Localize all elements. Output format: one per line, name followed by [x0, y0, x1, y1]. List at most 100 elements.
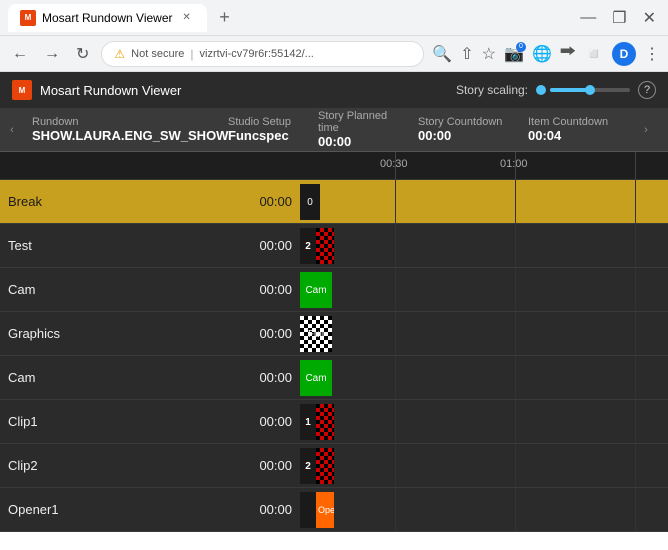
timeline-grid-line [515, 488, 516, 531]
timeline-block: 0 [300, 184, 324, 220]
refresh-button[interactable]: ↻ [72, 42, 93, 66]
grid-line-1 [395, 152, 396, 179]
row-name: Clip1 [8, 414, 239, 429]
rundown-label: Rundown [32, 116, 216, 128]
table-row[interactable]: Cam00:00Cam [0, 356, 668, 400]
nav-left-button[interactable]: ‹ [0, 124, 24, 136]
row-name: Graphics [8, 326, 239, 341]
help-button[interactable]: ? [638, 81, 656, 99]
extension-badge-icon[interactable]: 📷 0 [504, 44, 524, 64]
row-left: Test 00:00 [0, 224, 300, 267]
tab-close-button[interactable]: ✕ [179, 10, 195, 26]
countdown-value: 00:00 [418, 128, 520, 143]
timeline-tick-030: 00:30 [380, 158, 408, 170]
row-left: Graphics 00:00 [0, 312, 300, 355]
table-header: ‹ Rundown SHOW.LAURA.ENG_SW_SHOW Studio … [0, 108, 668, 152]
app-header-left: M Mosart Rundown Viewer [12, 80, 181, 100]
main-content: Break00:000Test00:002Cam00:00CamGraphics… [0, 180, 668, 532]
search-icon[interactable]: 🔍 [432, 44, 452, 64]
browser-titlebar: M Mosart Rundown Viewer ✕ + — ❐ ✕ [0, 0, 668, 36]
timeline-grid-line [635, 312, 636, 355]
active-tab[interactable]: M Mosart Rundown Viewer ✕ [8, 4, 207, 32]
timeline-block: Oper [300, 492, 334, 528]
studio-label: Studio Setup [228, 116, 310, 128]
row-timeline: 2 [300, 444, 668, 487]
minimize-button[interactable]: — [576, 9, 600, 27]
maximize-button[interactable]: ❐ [608, 8, 630, 28]
timeline-grid-line [395, 180, 396, 223]
timeline-grid-line [635, 488, 636, 531]
planned-label: Story Planned time [318, 110, 410, 134]
table-row[interactable]: Opener1 00:00 Oper [0, 488, 668, 532]
timeline-grid-line [395, 488, 396, 531]
row-name: Cam [8, 370, 239, 385]
item-column-header: Item Countdown 00:04 [524, 116, 634, 143]
back-button[interactable]: ← [8, 43, 32, 65]
address-bar: ← → ↻ ⚠ Not secure | vizrtvi-cv79r6r:551… [0, 36, 668, 72]
timeline-grid-line [395, 400, 396, 443]
table-row[interactable]: Clip200:002 [0, 444, 668, 488]
table-row[interactable]: Clip100:001 [0, 400, 668, 444]
timeline-block: Cam [300, 272, 332, 308]
forward-button[interactable]: → [40, 43, 64, 65]
timeline-grid-line [395, 444, 396, 487]
timeline-tick-100: 01:00 [500, 158, 528, 170]
timeline-ticks-area: 00:30 01:00 [300, 152, 668, 179]
scaling-slider-thumb [585, 85, 595, 95]
scaling-slider-dot [536, 85, 546, 95]
app-title: Mosart Rundown Viewer [40, 83, 181, 98]
bookmark-icon[interactable]: ☆ [482, 44, 496, 64]
timeline-grid-line [395, 224, 396, 267]
row-time: 00:00 [247, 238, 292, 253]
app-header-right: Story scaling: ? [456, 81, 656, 99]
row-time: 00:00 [247, 326, 292, 341]
item-label: Item Countdown [528, 116, 630, 128]
table-row[interactable]: Cam00:00Cam [0, 268, 668, 312]
row-name: Test [8, 238, 239, 253]
menu-icon[interactable]: ⋮ [644, 44, 660, 64]
item-value: 00:04 [528, 128, 630, 143]
studio-value: Funcspec [228, 128, 310, 143]
row-left: Opener1 00:00 [0, 488, 300, 531]
rundown-column-header: Rundown SHOW.LAURA.ENG_SW_SHOW [24, 116, 224, 143]
scaling-slider[interactable] [536, 85, 630, 95]
scaling-slider-track[interactable] [550, 88, 630, 92]
row-time: 00:00 [247, 458, 292, 473]
row-time: 00:00 [247, 502, 292, 517]
timeline-grid-line [635, 400, 636, 443]
timeline-grid-line [515, 312, 516, 355]
row-left: Clip200:00 [0, 444, 300, 487]
row-time: 00:00 [247, 414, 292, 429]
address-bar-icons: 🔍 ⇧ ☆ 📷 0 🌐 🠲 ◽ D ⋮ [432, 40, 660, 67]
table-row[interactable]: Break00:000 [0, 180, 668, 224]
row-left: Cam00:00 [0, 356, 300, 399]
timeline-grid-line [515, 180, 516, 223]
row-left: Break00:00 [0, 180, 300, 223]
row-timeline: Oper [300, 488, 668, 531]
table-row[interactable]: Graphics 00:00 Full [0, 312, 668, 356]
profile-button[interactable]: D [612, 42, 636, 66]
sidebar-icon[interactable]: ◽ [584, 44, 604, 64]
timeline-grid-line [515, 268, 516, 311]
tab-title: Mosart Rundown Viewer [42, 11, 173, 25]
timeline-grid-line [635, 268, 636, 311]
address-input[interactable]: ⚠ Not secure | vizrtvi-cv79r6r:55142/... [101, 41, 424, 67]
timeline-grid-line [515, 224, 516, 267]
timeline-block: 2 [300, 448, 334, 484]
row-timeline: Full [300, 312, 668, 355]
table-row[interactable]: Test00:002 [0, 224, 668, 268]
row-name: Opener1 [8, 502, 239, 517]
row-time: 00:00 [247, 194, 292, 209]
timeline-grid-line [635, 180, 636, 223]
countdown-label: Story Countdown [418, 116, 520, 128]
not-secure-label: Not secure [131, 48, 184, 60]
window-controls: — ❐ ✕ [576, 8, 660, 28]
close-button[interactable]: ✕ [639, 8, 660, 28]
extensions-icon[interactable]: 🠲 [560, 40, 576, 67]
row-time: 00:00 [247, 282, 292, 297]
countdown-column-header: Story Countdown 00:00 [414, 116, 524, 143]
translate-icon[interactable]: 🌐 [532, 44, 552, 64]
nav-right-button[interactable]: › [634, 124, 658, 136]
share-icon[interactable]: ⇧ [460, 44, 473, 64]
new-tab-button[interactable]: + [211, 4, 239, 32]
